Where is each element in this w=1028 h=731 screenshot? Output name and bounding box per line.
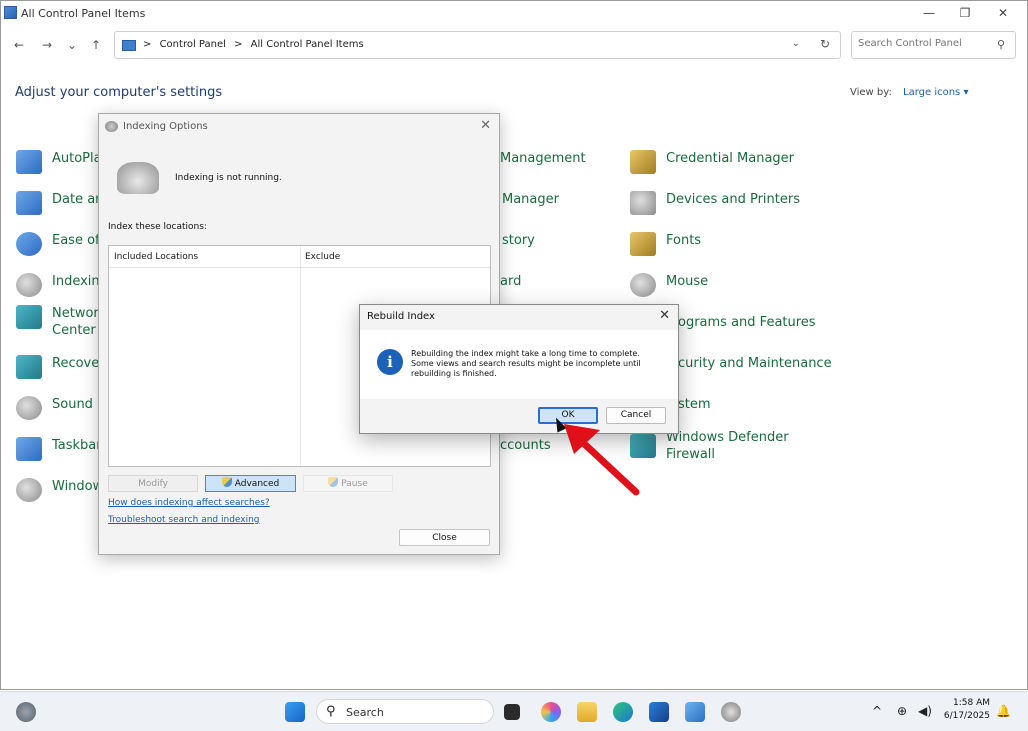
close-window-button[interactable]: ✕ bbox=[985, 3, 1021, 23]
close-icon[interactable]: ✕ bbox=[659, 308, 670, 323]
cp-item-device-manager[interactable]: Manager bbox=[502, 191, 559, 208]
autoplay-icon bbox=[16, 150, 42, 174]
taskbar-icon bbox=[16, 437, 42, 461]
advanced-button[interactable]: Advanced bbox=[205, 475, 296, 492]
address-row: ← → ⌄ ↑ > Control Panel > All Control Pa… bbox=[1, 29, 1027, 63]
store-icon[interactable] bbox=[649, 702, 669, 722]
control-panel-icon bbox=[122, 40, 136, 51]
breadcrumb-all-items[interactable]: All Control Panel Items bbox=[251, 39, 364, 50]
breadcrumb-separator: > bbox=[234, 39, 243, 50]
modify-button[interactable]: Modify bbox=[108, 475, 198, 492]
maximize-button[interactable]: ❐ bbox=[947, 3, 983, 23]
fonts-folder-icon bbox=[630, 232, 656, 256]
back-arrow-icon[interactable]: ← bbox=[11, 37, 27, 53]
copilot-icon[interactable] bbox=[541, 702, 561, 722]
breadcrumb: > Control Panel > All Control Panel Item… bbox=[143, 39, 369, 50]
window-title: All Control Panel Items bbox=[21, 7, 146, 20]
refresh-icon[interactable]: ↻ bbox=[820, 37, 830, 51]
view-by: View by: Large icons ▾ bbox=[850, 87, 968, 98]
cp-item-fonts[interactable]: Fonts bbox=[630, 232, 701, 256]
taskbar: ⚲ Search ^ ⊕ ◀) 1:58 AM 6/17/2025 🔔 bbox=[0, 691, 1028, 731]
forward-arrow-icon[interactable]: → bbox=[39, 37, 55, 53]
network-icon bbox=[16, 305, 42, 329]
link-indexing-affect[interactable]: How does indexing affect searches? bbox=[108, 498, 270, 508]
search-input[interactable] bbox=[858, 38, 988, 49]
recent-chevron-down-icon[interactable]: ⌄ bbox=[64, 37, 80, 53]
column-divider bbox=[300, 246, 301, 466]
cp-item-defender-firewall[interactable]: Windows Defender Firewall bbox=[630, 429, 789, 463]
locations-label: Index these locations: bbox=[108, 222, 207, 232]
speaker-icon[interactable]: ◀) bbox=[918, 704, 932, 718]
address-bar[interactable]: > Control Panel > All Control Panel Item… bbox=[114, 31, 841, 59]
view-by-label: View by: bbox=[850, 87, 892, 98]
page-title: Adjust your computer's settings bbox=[15, 85, 223, 100]
accessibility-icon bbox=[16, 232, 42, 256]
search-icon: ⚲ bbox=[996, 38, 1005, 51]
clock[interactable]: 1:58 AM 6/17/2025 bbox=[940, 697, 990, 723]
cp-item-keyboard[interactable]: ard bbox=[500, 273, 521, 290]
cp-item-user-accounts[interactable]: ccounts bbox=[500, 437, 551, 454]
file-explorer-icon[interactable] bbox=[577, 702, 597, 722]
mouse-icon bbox=[630, 273, 656, 297]
dialog-message: Rebuilding the index might take a long t… bbox=[411, 349, 641, 378]
calendar-icon bbox=[16, 191, 42, 215]
indexing-icon bbox=[16, 273, 42, 297]
close-icon[interactable]: ✕ bbox=[480, 118, 491, 133]
control-panel-icon bbox=[4, 6, 17, 19]
column-header-included[interactable]: Included Locations bbox=[114, 252, 198, 262]
edge-browser-icon[interactable] bbox=[613, 702, 633, 722]
clock-time: 1:58 AM bbox=[953, 698, 990, 708]
globe-icon[interactable]: ⊕ bbox=[897, 704, 907, 718]
search-icon: ⚲ bbox=[326, 704, 336, 719]
title-bar: All Control Panel Items — ❐ ✕ bbox=[1, 1, 1027, 27]
cp-item-system[interactable]: stem bbox=[678, 396, 711, 413]
cp-item-file-history[interactable]: story bbox=[502, 232, 535, 249]
indexing-status: Indexing is not running. bbox=[175, 173, 282, 183]
view-by-dropdown[interactable]: Large icons ▾ bbox=[903, 87, 968, 98]
cp-item-security-maintenance[interactable]: curity and Maintenance bbox=[678, 355, 832, 372]
cp-item-mouse[interactable]: Mouse bbox=[630, 273, 708, 297]
recovery-icon bbox=[16, 355, 42, 379]
cp-item-sound[interactable]: Sound bbox=[16, 396, 93, 420]
cp-item-devices-printers[interactable]: Devices and Printers bbox=[630, 191, 800, 215]
dialog-title: Indexing Options bbox=[123, 121, 208, 132]
speaker-icon bbox=[16, 396, 42, 420]
clock-date: 6/17/2025 bbox=[943, 711, 990, 721]
indexing-icon bbox=[105, 121, 118, 132]
breadcrumb-control-panel[interactable]: Control Panel bbox=[160, 39, 226, 50]
rebuild-index-dialog: Rebuild Index ✕ i Rebuilding the index m… bbox=[359, 304, 679, 434]
printer-icon bbox=[630, 191, 656, 215]
up-arrow-icon[interactable]: ↑ bbox=[88, 37, 104, 53]
column-header-exclude[interactable]: Exclude bbox=[305, 252, 340, 262]
indexing-taskbar-icon[interactable] bbox=[721, 702, 741, 722]
cp-item-credential-manager[interactable]: Credential Manager bbox=[630, 150, 794, 174]
credential-vault-icon bbox=[630, 150, 656, 174]
indexing-drive-icon bbox=[117, 162, 159, 194]
chevron-up-icon[interactable]: ^ bbox=[872, 704, 882, 718]
widgets-icon[interactable] bbox=[16, 702, 36, 722]
link-troubleshoot[interactable]: Troubleshoot search and indexing bbox=[108, 515, 260, 525]
taskbar-search-label: Search bbox=[346, 706, 384, 719]
minimize-button[interactable]: — bbox=[911, 3, 947, 23]
pause-button[interactable]: Pause bbox=[303, 475, 393, 492]
task-view-icon[interactable] bbox=[504, 704, 520, 720]
search-box[interactable]: ⚲ bbox=[851, 31, 1016, 59]
close-button[interactable]: Close bbox=[399, 529, 490, 546]
uac-shield-icon bbox=[221, 477, 232, 487]
control-panel-taskbar-icon[interactable] bbox=[685, 702, 705, 722]
start-windows-icon[interactable] bbox=[285, 702, 305, 722]
gear-icon bbox=[16, 478, 42, 502]
red-arrow-annotation-icon bbox=[564, 424, 640, 496]
cp-item-color-management[interactable]: Management bbox=[500, 150, 586, 167]
dialog-body: i Rebuilding the index might take a long… bbox=[360, 330, 678, 399]
notification-bell-icon[interactable]: 🔔 bbox=[996, 704, 1011, 718]
uac-shield-icon bbox=[328, 477, 339, 487]
chevron-down-icon[interactable]: ⌄ bbox=[792, 38, 800, 49]
dialog-title: Rebuild Index bbox=[367, 311, 435, 322]
breadcrumb-separator: > bbox=[143, 39, 152, 50]
taskbar-search[interactable]: ⚲ Search bbox=[316, 699, 494, 724]
info-icon: i bbox=[377, 349, 403, 375]
cp-item-programs-features[interactable]: ograms and Features bbox=[678, 314, 816, 331]
